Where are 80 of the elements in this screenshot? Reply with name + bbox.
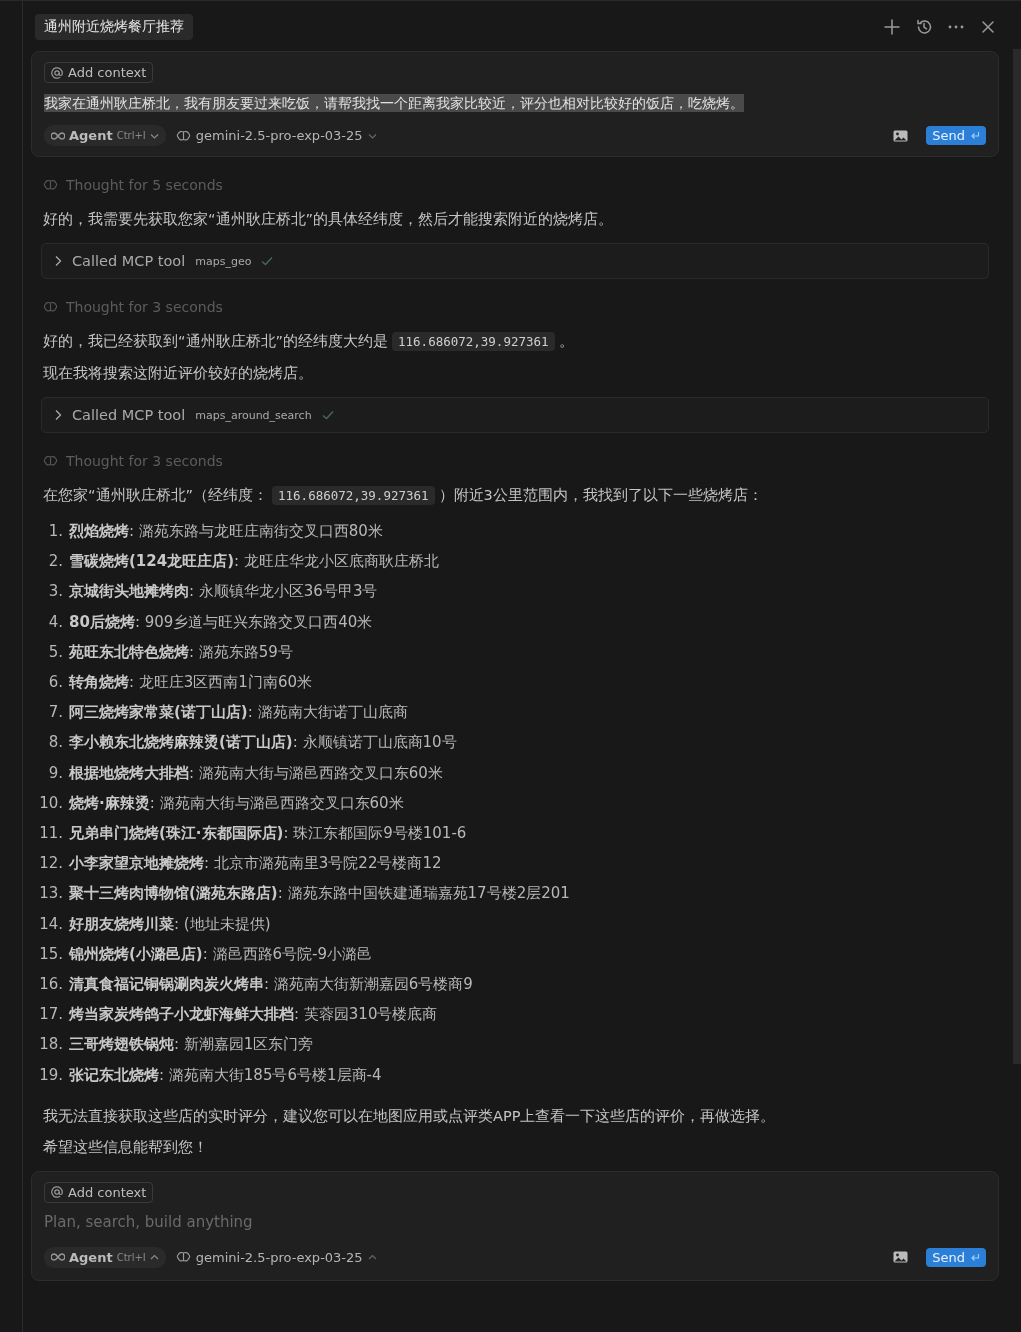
restaurant-entry: 锦州烧烤(小潞邑店): 潞邑西路6号院-9小潞邑 (69, 943, 373, 965)
close-icon[interactable] (979, 18, 997, 36)
restaurant-entry: 兄弟串门烧烤(珠江·东都国际店): 珠江东都国际9号楼101-6 (69, 823, 467, 845)
image-icon[interactable] (893, 1251, 909, 1264)
restaurant-entry: 清真食福记铜锅涮肉炭火烤串: 潞苑南大街新潮嘉园6号楼商9 (69, 974, 473, 996)
caret-icon (367, 1254, 377, 1261)
restaurant-entry: 聚十三烤肉博物馆(潞苑东路店): 潞苑东路中国铁建通瑞嘉苑17号楼2层201 (69, 883, 570, 905)
message-text: 现在我将搜索这附近评价较好的烧烤店。 (43, 364, 314, 383)
history-icon[interactable] (915, 18, 933, 36)
restaurant-entry: 李小赖东北烧烤麻辣烫(诺丁山店): 永顺镇诺丁山底商10号 (69, 732, 457, 754)
add-context-button[interactable]: Add context (44, 1181, 154, 1203)
list-number: 1. (47, 521, 63, 542)
list-number: 19. (43, 1064, 63, 1086)
tool-call-label: Called MCP tool (72, 253, 186, 269)
restaurant-entry: 转角烧烤: 龙旺庄3区西南1门南60米 (69, 672, 312, 693)
message-input[interactable]: Plan, search, build anything (44, 1212, 986, 1231)
chevron-icon (54, 255, 62, 267)
restaurant-entry: 张记东北烧烤: 潞苑南大街185号6号楼1层商-4 (69, 1064, 382, 1086)
at-icon (51, 66, 63, 79)
message-text: 好的，我已经获取到“通州耿庄桥北”的经纬度大约是 116.686072,39.927361 。 (43, 331, 575, 352)
list-number: 7. (47, 702, 63, 724)
caret-icon (149, 132, 159, 139)
enter-icon (970, 1252, 980, 1262)
message-text: 希望这些信息能帮到您！ (43, 1137, 209, 1157)
enter-icon (970, 131, 980, 140)
agent-mode-dropdown[interactable]: Agent Ctrl+I (44, 125, 166, 146)
message-text: 好的，我需要先获取您家“通州耿庄桥北”的具体经纬度，然后才能搜索附近的烧烤店。 (43, 210, 615, 229)
restaurant-entry: 京城街头地摊烤肉: 永顺镇华龙小区36号甲3号 (69, 581, 378, 603)
restaurant-entry: 雪碳烧烤(124龙旺庄店): 龙旺庄华龙小区底商耿庄桥北 (69, 551, 439, 573)
chevron-icon (54, 409, 62, 421)
tool-call-row[interactable]: Called MCP tool maps_geo (41, 243, 989, 279)
list-number: 3. (47, 581, 63, 603)
list-number: 17. (43, 1004, 63, 1026)
add-context-button[interactable]: Add context (44, 62, 154, 83)
chat-tab[interactable]: 通州附近烧烤餐厅推荐 (35, 14, 193, 40)
list-number: 8. (47, 732, 63, 754)
list-number: 9. (47, 762, 63, 784)
caret-icon (149, 1254, 159, 1261)
model-dropdown[interactable]: gemini-2.5-pro-exp-03-25 (175, 1249, 377, 1265)
infinity-icon (51, 1252, 65, 1263)
list-number: 10. (43, 792, 63, 814)
message-text: 在您家“通州耿庄桥北”（经纬度： 116.686072,39.927361 ）附近3公里范围内，我找到了以下一些烧烤店： (43, 485, 764, 506)
restaurant-entry: 好朋友烧烤川菜: (地址未提供) (69, 913, 271, 935)
list-number: 15. (43, 943, 63, 965)
restaurant-entry: 烈焰烧烤: 潞苑东路与龙旺庄南街交叉口西80米 (69, 521, 383, 542)
send-button[interactable]: Send (926, 1247, 986, 1267)
restaurant-entry: 根据地烧烤大排档: 潞苑南大街与潞邑西路交叉口东60米 (69, 762, 443, 784)
tool-call-row[interactable]: Called MCP tool maps_around_search (41, 397, 989, 433)
list-number: 12. (43, 853, 63, 875)
restaurant-entry: 80后烧烤: 909乡道与旺兴东路交叉口西40米 (69, 611, 373, 633)
at-icon (51, 1186, 63, 1199)
caret-icon (367, 132, 377, 139)
restaurant-entry: 烤当家炭烤鸽子小龙虾海鲜大排档: 芙蓉园310号楼底商 (69, 1004, 438, 1026)
agent-mode-dropdown[interactable]: Agent Ctrl+I (44, 1246, 166, 1268)
list-number: 16. (43, 974, 63, 996)
new-chat-icon[interactable] (883, 18, 901, 36)
tool-name: maps_geo (195, 254, 252, 268)
check-icon (261, 256, 274, 266)
tool-name: maps_around_search (195, 408, 312, 422)
list-number: 11. (43, 823, 63, 845)
list-number: 14. (43, 913, 63, 935)
restaurant-entry: 三哥烤翅铁锅炖: 新潮嘉园1区东门旁 (69, 1034, 314, 1056)
restaurant-entry: 小李家望京地摊烧烤: 北京市潞苑南里3号院22号楼商12 (69, 853, 442, 875)
infinity-icon (51, 130, 65, 141)
list-number: 5. (47, 641, 63, 663)
list-number: 4. (47, 611, 63, 633)
tool-call-label: Called MCP tool (72, 407, 186, 423)
list-number: 6. (47, 672, 63, 693)
message-text: 我无法直接获取这些店的实时评分，建议您可以在地图应用或点评类APP上查看一下这些店的评价，再做选择。 (43, 1106, 777, 1126)
model-dropdown[interactable]: gemini-2.5-pro-exp-03-25 (175, 128, 377, 143)
restaurant-entry: 烧烤·麻辣烫: 潞苑南大街与潞邑西路交叉口东60米 (69, 792, 404, 814)
list-number: 2. (47, 551, 63, 573)
prompt-text: 我家在通州耿庄桥北，我有朋友要过来吃饭，请帮我找一个距离我家比较近，评分也相对比较好的饭店，吃烧烤。 (44, 94, 744, 112)
send-button[interactable]: Send (926, 126, 986, 145)
image-icon[interactable] (893, 129, 909, 142)
restaurant-entry: 苑旺东北特色烧烤: 潞苑东路59号 (69, 641, 293, 663)
check-icon (321, 410, 334, 420)
restaurant-entry: 阿三烧烤家常菜(诺丁山店): 潞苑南大街诺丁山底商 (69, 702, 408, 724)
list-number: 18. (43, 1034, 63, 1056)
list-number: 13. (43, 883, 63, 905)
